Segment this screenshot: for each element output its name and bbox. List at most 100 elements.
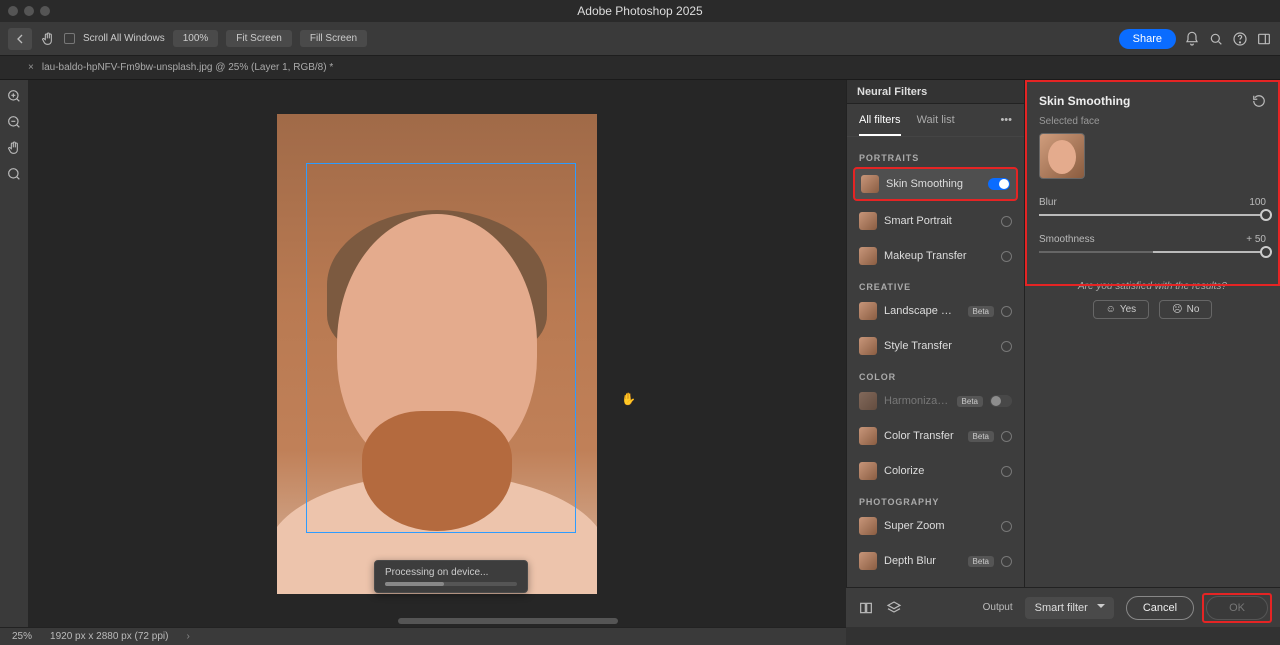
bell-icon[interactable] <box>1184 31 1200 47</box>
filter-landscape-mixer[interactable]: Landscape Mixer Beta <box>853 296 1018 326</box>
smoothness-slider[interactable] <box>1039 251 1266 253</box>
neural-filters-panel: Neural Filters All filters Wait list •••… <box>846 80 1024 627</box>
filter-settings-panel: Skin Smoothing Selected face Blur 100 Sm… <box>1024 80 1280 627</box>
cursor-hand-icon: ✋ <box>621 392 636 406</box>
filter-thumb-icon <box>859 337 877 355</box>
output-select[interactable]: Smart filter <box>1025 597 1114 619</box>
toggle-landscape-mixer[interactable] <box>1001 306 1012 317</box>
scroll-all-checkbox[interactable] <box>64 33 75 44</box>
hand-tool-icon-sidebar[interactable] <box>6 140 22 156</box>
section-color: COLOR <box>853 366 1018 386</box>
zoom-out-icon[interactable] <box>6 114 22 130</box>
filter-thumb-icon <box>859 462 877 480</box>
section-photography: PHOTOGRAPHY <box>853 491 1018 511</box>
feedback-no-button[interactable]: ☹No <box>1159 300 1212 319</box>
info-chevron-icon[interactable]: › <box>186 631 189 642</box>
neural-filters-footer: Output Smart filter Cancel OK <box>846 587 1280 627</box>
more-options-icon[interactable]: ••• <box>1000 114 1012 136</box>
document-canvas[interactable] <box>277 114 597 594</box>
feedback-yes-button[interactable]: ☺Yes <box>1093 300 1150 319</box>
smoothness-label: Smoothness <box>1039 234 1095 245</box>
window-titlebar: Adobe Photoshop 2025 <box>0 0 1280 22</box>
filter-skin-smoothing[interactable]: Skin Smoothing <box>853 167 1018 201</box>
left-toolbar <box>0 80 28 627</box>
filter-thumb-icon <box>859 392 877 410</box>
fill-screen-button[interactable]: Fill Screen <box>300 30 367 47</box>
toggle-super-zoom[interactable] <box>1001 521 1012 532</box>
tab-all-filters[interactable]: All filters <box>859 114 901 136</box>
filter-thumb-icon <box>859 247 877 265</box>
frown-icon: ☹ <box>1172 304 1182 315</box>
filter-smart-portrait[interactable]: Smart Portrait <box>853 206 1018 236</box>
selected-face-label: Selected face <box>1025 116 1280 133</box>
satisfied-label: Are you satisfied with the results? <box>1025 281 1280 292</box>
smoothness-value: + 50 <box>1246 234 1266 245</box>
smoothness-slider-row: Smoothness + 50 <box>1025 230 1280 267</box>
filter-thumb-icon <box>859 427 877 445</box>
toggle-skin-smoothing[interactable] <box>988 178 1010 190</box>
toggle-harmonization[interactable] <box>990 395 1012 407</box>
zoom-100-button[interactable]: 100% <box>173 30 219 47</box>
filter-color-transfer[interactable]: Color Transfer Beta <box>853 421 1018 451</box>
canvas-area[interactable]: ✋ Processing on device... <box>28 80 846 627</box>
zoom-in-icon[interactable] <box>6 88 22 104</box>
processing-toast: Processing on device... <box>374 560 528 593</box>
horizontal-scrollbar[interactable] <box>398 618 618 624</box>
help-icon[interactable] <box>1232 31 1248 47</box>
filter-colorize[interactable]: Colorize <box>853 456 1018 486</box>
traffic-lights <box>8 6 50 16</box>
document-tab-bar: × lau-baldo-hpNFV-Fm9bw-unsplash.jpg @ 2… <box>0 56 1280 80</box>
smile-icon: ☺ <box>1106 304 1116 315</box>
zoom-level[interactable]: 25% <box>12 631 32 642</box>
ok-button[interactable]: OK <box>1206 596 1268 620</box>
zoom-tool-icon[interactable] <box>6 166 22 182</box>
neural-filters-title: Neural Filters <box>847 80 1024 104</box>
toggle-style-transfer[interactable] <box>1001 341 1012 352</box>
section-portraits: PORTRAITS <box>853 147 1018 167</box>
filter-harmonization[interactable]: Harmonization Beta <box>853 386 1018 416</box>
app-title: Adobe Photoshop 2025 <box>577 4 702 18</box>
toggle-depth-blur[interactable] <box>1001 556 1012 567</box>
workspace-icon[interactable] <box>1256 31 1272 47</box>
options-bar: Scroll All Windows 100% Fit Screen Fill … <box>0 22 1280 56</box>
filter-makeup-transfer[interactable]: Makeup Transfer <box>853 241 1018 271</box>
search-icon[interactable] <box>1208 31 1224 47</box>
document-tab-title[interactable]: lau-baldo-hpNFV-Fm9bw-unsplash.jpg @ 25%… <box>42 62 333 73</box>
blur-label: Blur <box>1039 197 1057 208</box>
face-selection-box <box>306 163 576 533</box>
status-bar: 25% 1920 px x 2880 px (72 ppi) › <box>0 627 846 645</box>
toggle-smart-portrait[interactable] <box>1001 216 1012 227</box>
filter-thumb-icon <box>859 552 877 570</box>
toggle-makeup-transfer[interactable] <box>1001 251 1012 262</box>
tab-wait-list[interactable]: Wait list <box>917 114 955 136</box>
tab-close-icon[interactable]: × <box>28 62 34 73</box>
minimize-window-icon[interactable] <box>24 6 34 16</box>
reset-icon[interactable] <box>1252 94 1266 108</box>
share-button[interactable]: Share <box>1119 29 1176 49</box>
blur-slider[interactable] <box>1039 214 1266 216</box>
blur-slider-row: Blur 100 <box>1025 193 1280 230</box>
filter-thumb-icon <box>861 175 879 193</box>
close-window-icon[interactable] <box>8 6 18 16</box>
zoom-window-icon[interactable] <box>40 6 50 16</box>
selected-face-thumbnail[interactable] <box>1039 133 1085 179</box>
document-info[interactable]: 1920 px x 2880 px (72 ppi) <box>50 631 168 642</box>
filter-thumb-icon <box>859 517 877 535</box>
filter-super-zoom[interactable]: Super Zoom <box>853 511 1018 541</box>
filter-thumb-icon <box>859 212 877 230</box>
before-after-icon[interactable] <box>858 600 874 616</box>
scroll-all-label: Scroll All Windows <box>83 33 165 44</box>
cancel-button[interactable]: Cancel <box>1126 596 1194 620</box>
home-back-button[interactable] <box>8 28 32 50</box>
toggle-color-transfer[interactable] <box>1001 431 1012 442</box>
processing-label: Processing on device... <box>385 567 517 578</box>
blur-value: 100 <box>1249 197 1266 208</box>
layers-icon[interactable] <box>886 600 902 616</box>
hand-tool-icon[interactable] <box>40 31 56 47</box>
filter-thumb-icon <box>859 302 877 320</box>
toggle-colorize[interactable] <box>1001 466 1012 477</box>
filter-depth-blur[interactable]: Depth Blur Beta <box>853 546 1018 576</box>
progress-bar <box>385 582 517 586</box>
filter-style-transfer[interactable]: Style Transfer <box>853 331 1018 361</box>
fit-screen-button[interactable]: Fit Screen <box>226 30 292 47</box>
